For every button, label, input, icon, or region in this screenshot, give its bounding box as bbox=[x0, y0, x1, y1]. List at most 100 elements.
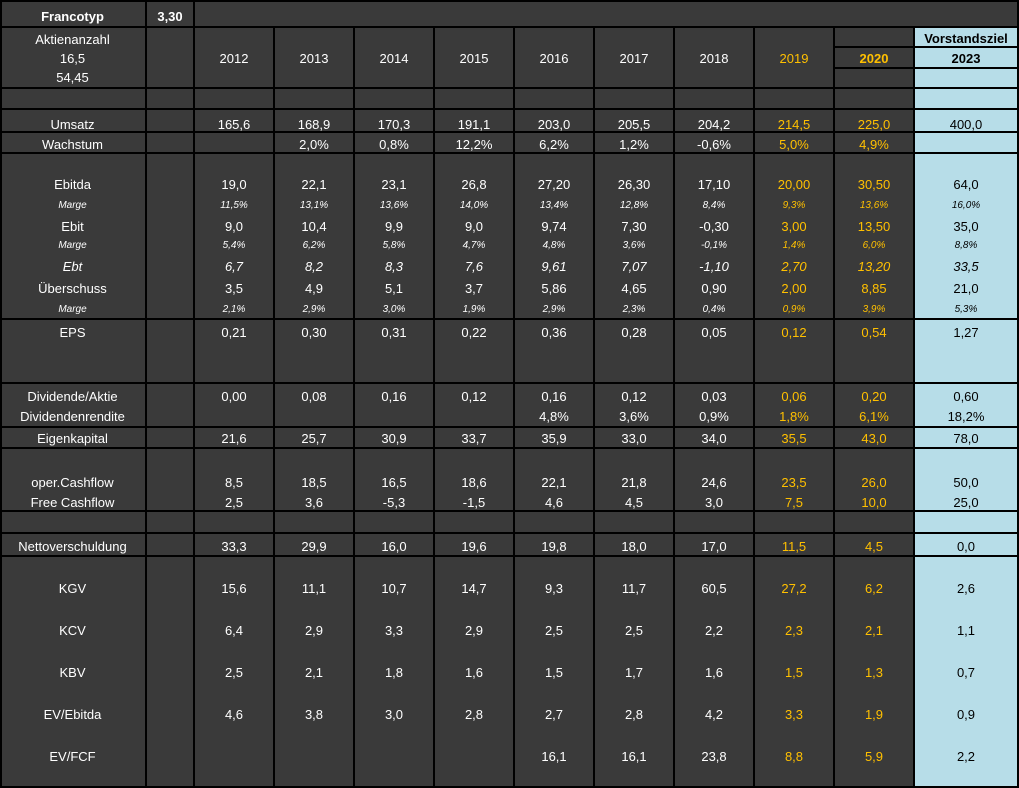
row-value: 12,8% bbox=[619, 200, 649, 211]
row-value: 2,8 bbox=[464, 706, 484, 722]
row-value: 25,7 bbox=[301, 430, 327, 446]
row-value: 0,16 bbox=[381, 388, 407, 404]
year-header-2012: 2012 bbox=[219, 50, 249, 66]
row-value: 0,03 bbox=[701, 388, 727, 404]
row-value: 8,3 bbox=[384, 258, 404, 274]
row-value: 27,20 bbox=[537, 176, 571, 192]
grid-hline bbox=[0, 87, 1019, 89]
row-label: KGV bbox=[58, 580, 87, 596]
row-value: 13,6% bbox=[859, 200, 889, 211]
row-value: 29,9 bbox=[301, 538, 327, 554]
row-value: 2,9 bbox=[304, 622, 324, 638]
row-value: 16,1 bbox=[541, 748, 567, 764]
row-value: 35,9 bbox=[541, 430, 567, 446]
row-value: 22,1 bbox=[541, 474, 567, 490]
row-label: Eigenkapital bbox=[37, 430, 108, 446]
grid-top bbox=[0, 0, 1019, 2]
row-value: 5,0% bbox=[779, 136, 809, 152]
row-value: 34,0 bbox=[701, 430, 727, 446]
row-value: 4,8% bbox=[542, 240, 566, 251]
row-value: 50,0 bbox=[953, 474, 979, 490]
grid-hline bbox=[0, 152, 1019, 154]
row-value: 19,8 bbox=[541, 538, 567, 554]
row-value: 6,0% bbox=[862, 240, 886, 251]
grid-hline bbox=[0, 131, 1019, 133]
row-value: 4,5 bbox=[624, 494, 644, 510]
row-value: 3,5 bbox=[224, 280, 244, 296]
row-value: 14,7 bbox=[461, 580, 487, 596]
row-label: Marge bbox=[58, 240, 87, 251]
row-value: 2,9 bbox=[464, 622, 484, 638]
row-value: 8,5 bbox=[224, 474, 244, 490]
row-value: 1,9 bbox=[864, 706, 884, 722]
row-value: 0,0 bbox=[956, 538, 976, 554]
row-value: 21,8 bbox=[621, 474, 647, 490]
row-value: 0,21 bbox=[221, 324, 247, 340]
row-value: -1,10 bbox=[699, 258, 729, 274]
row-value: 0,22 bbox=[461, 324, 487, 340]
row-value: 1,8% bbox=[779, 408, 809, 424]
row-value: 11,5% bbox=[220, 200, 248, 211]
row-value: 4,8% bbox=[539, 408, 569, 424]
row-value: 10,4 bbox=[301, 218, 327, 234]
row-value: 8,8% bbox=[954, 240, 978, 251]
row-value: 0,8% bbox=[379, 136, 409, 152]
grid-col-target bbox=[913, 27, 915, 788]
row-label: Ebit bbox=[61, 218, 84, 234]
row-label: oper.Cashflow bbox=[31, 474, 114, 490]
row-value: -0,30 bbox=[699, 218, 729, 234]
row-value: 0,60 bbox=[953, 388, 979, 404]
row-value: 3,6% bbox=[619, 408, 649, 424]
row-value: 4,65 bbox=[621, 280, 647, 296]
row-value: 1,8 bbox=[384, 664, 404, 680]
row-value bbox=[435, 746, 513, 766]
year-header-2016: 2016 bbox=[539, 50, 569, 66]
row-value: 78,0 bbox=[953, 430, 979, 446]
row-value: 20,00 bbox=[777, 176, 811, 192]
year-header-2018: 2018 bbox=[699, 50, 729, 66]
row-value: -0,1% bbox=[700, 240, 728, 251]
grid-vline bbox=[513, 27, 515, 788]
grid-left bbox=[0, 0, 2, 788]
row-value: 23,8 bbox=[701, 748, 727, 764]
row-value: 4,2 bbox=[704, 706, 724, 722]
row-value: 19,0 bbox=[221, 176, 247, 192]
row-value: 4,9 bbox=[304, 280, 324, 296]
row-value: 13,1% bbox=[299, 200, 329, 211]
grid-hline bbox=[0, 426, 1019, 428]
row-value bbox=[195, 406, 273, 426]
row-value: 9,3 bbox=[544, 580, 564, 596]
year-header-2014: 2014 bbox=[379, 50, 409, 66]
row-value: 0,12 bbox=[621, 388, 647, 404]
grid-target-header bbox=[915, 46, 1017, 48]
row-value: 1,5 bbox=[784, 664, 804, 680]
row-value: 1,9% bbox=[462, 304, 486, 315]
row-value: 2,3% bbox=[622, 304, 646, 315]
row-value: -0,6% bbox=[697, 136, 731, 152]
row-value: 9,0 bbox=[464, 218, 484, 234]
row-value: 33,5 bbox=[953, 258, 979, 274]
row-value: 0,12 bbox=[781, 324, 807, 340]
row-value: 19,6 bbox=[461, 538, 487, 554]
row-value: 1,4% bbox=[782, 240, 806, 251]
row-value: 4,9% bbox=[859, 136, 889, 152]
grid-2020-header bbox=[835, 46, 915, 48]
row-value: 3,0 bbox=[384, 706, 404, 722]
row-value: 2,2 bbox=[704, 622, 724, 638]
grid-vline bbox=[673, 27, 675, 788]
row-value: 0,08 bbox=[301, 388, 327, 404]
row-label: EV/Ebitda bbox=[43, 706, 102, 722]
grid-2020-lower bbox=[835, 67, 1017, 69]
row-value: 2,1% bbox=[222, 304, 246, 315]
row-value: 26,0 bbox=[861, 474, 887, 490]
row-value: -1,5 bbox=[462, 494, 486, 510]
grid-hline bbox=[0, 447, 1019, 449]
row-value: 1,1 bbox=[956, 622, 976, 638]
row-value: 12,2% bbox=[455, 136, 493, 152]
row-value: 0,9% bbox=[699, 408, 729, 424]
year-header-2017: 2017 bbox=[619, 50, 649, 66]
row-value: 33,3 bbox=[221, 538, 247, 554]
row-value: 35,0 bbox=[953, 218, 979, 234]
row-value: 43,0 bbox=[861, 430, 887, 446]
row-label: KCV bbox=[59, 622, 86, 638]
